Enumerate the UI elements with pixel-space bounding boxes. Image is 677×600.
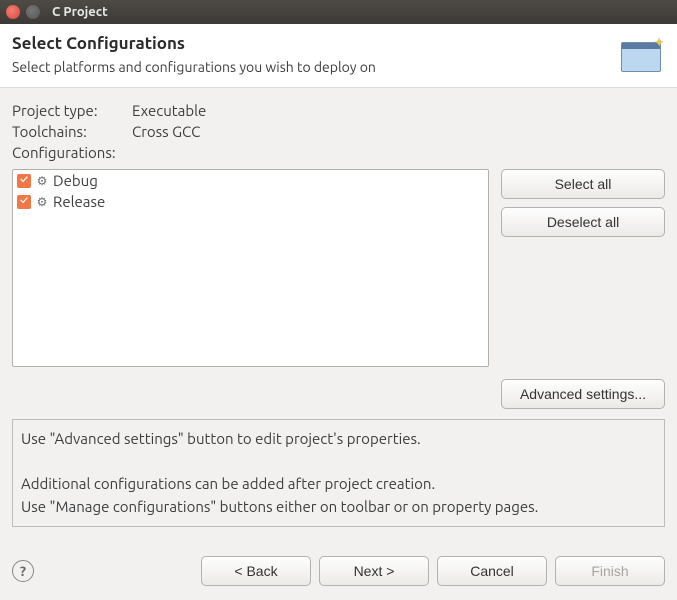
select-all-button[interactable]: Select all xyxy=(501,169,665,199)
cancel-button[interactable]: Cancel xyxy=(437,556,547,586)
project-type-value: Executable xyxy=(132,102,206,119)
next-button[interactable]: Next > xyxy=(319,556,429,586)
advanced-settings-button[interactable]: Advanced settings... xyxy=(501,379,665,409)
help-button[interactable]: ? xyxy=(12,560,34,582)
back-button[interactable]: < Back xyxy=(201,556,311,586)
deselect-all-button[interactable]: Deselect all xyxy=(501,207,665,237)
configurations-list[interactable]: Debug Release xyxy=(12,169,489,367)
config-item-label: Debug xyxy=(53,172,98,189)
hint-line: Additional configurations can be added a… xyxy=(21,473,656,496)
checkbox-icon[interactable] xyxy=(17,174,31,188)
wizard-header: Select Configurations Select platforms a… xyxy=(0,24,677,88)
list-item[interactable]: Release xyxy=(13,191,488,212)
hints-panel: Use "Advanced settings" button to edit p… xyxy=(12,419,665,527)
finish-button: Finish xyxy=(555,556,665,586)
wizard-footer: ? < Back Next > Cancel Finish xyxy=(0,546,677,600)
window-title: C Project xyxy=(52,5,108,19)
page-title: Select Configurations xyxy=(12,34,376,53)
config-item-label: Release xyxy=(53,193,105,210)
toolchains-value: Cross GCC xyxy=(132,123,200,140)
hint-line: Use "Advanced settings" button to edit p… xyxy=(21,428,656,451)
configurations-label: Configurations: xyxy=(12,144,132,161)
page-subtitle: Select platforms and configurations you … xyxy=(12,59,376,75)
wizard-icon: ✦ xyxy=(617,34,665,74)
hint-line: Use "Manage configurations" buttons eith… xyxy=(21,496,656,519)
toolchains-label: Toolchains: xyxy=(12,123,132,140)
titlebar: C Project xyxy=(0,0,677,24)
close-icon[interactable] xyxy=(6,5,20,19)
content-area: Project type: Executable Toolchains: Cro… xyxy=(0,88,677,537)
project-type-label: Project type: xyxy=(12,102,132,119)
gear-icon xyxy=(35,195,49,209)
gear-icon xyxy=(35,174,49,188)
minimize-icon[interactable] xyxy=(26,5,40,19)
list-item[interactable]: Debug xyxy=(13,170,488,191)
checkbox-icon[interactable] xyxy=(17,195,31,209)
